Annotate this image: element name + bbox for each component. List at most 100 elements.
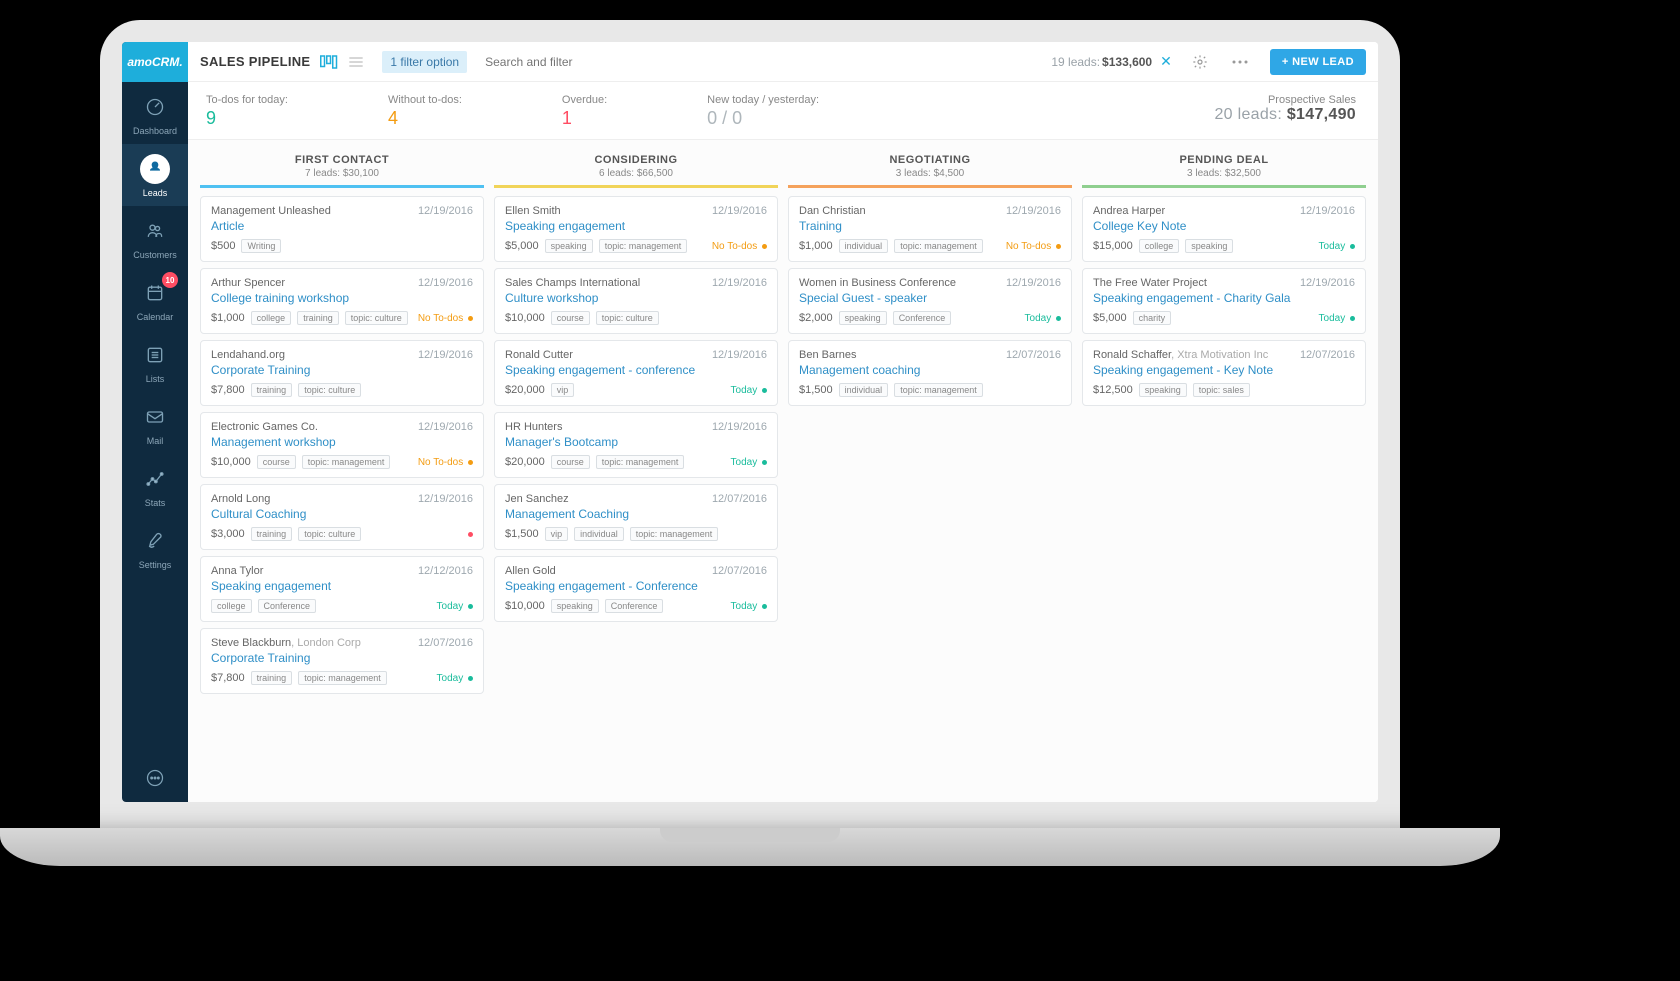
lead-title[interactable]: Management coaching xyxy=(799,363,1061,377)
lead-tag[interactable]: Writing xyxy=(241,239,281,253)
lead-tag[interactable]: topic: sales xyxy=(1193,383,1250,397)
lead-card[interactable]: Electronic Games Co.12/19/2016Management… xyxy=(200,412,484,478)
lead-card[interactable]: Allen Gold12/07/2016Speaking engagement … xyxy=(494,556,778,622)
more-icon[interactable] xyxy=(1228,50,1252,74)
lead-tag[interactable]: speaking xyxy=(551,599,599,613)
lead-card[interactable]: Arnold Long12/19/2016Cultural Coaching$3… xyxy=(200,484,484,550)
new-lead-button[interactable]: + NEW LEAD xyxy=(1270,49,1366,75)
lead-tag[interactable]: college xyxy=(1139,239,1180,253)
lead-tag[interactable]: speaking xyxy=(1139,383,1187,397)
lead-title[interactable]: Training xyxy=(799,219,1061,233)
lead-card[interactable]: Steve Blackburn, London Corp12/07/2016Co… xyxy=(200,628,484,694)
lead-card[interactable]: Women in Business Conference12/19/2016Sp… xyxy=(788,268,1072,334)
lead-tag[interactable]: topic: culture xyxy=(298,527,361,541)
lead-card[interactable]: Jen Sanchez12/07/2016Management Coaching… xyxy=(494,484,778,550)
filter-chip[interactable]: 1 filter option xyxy=(382,51,467,73)
lead-title[interactable]: Special Guest - speaker xyxy=(799,291,1061,305)
lead-title[interactable]: Article xyxy=(211,219,473,233)
lead-tag[interactable]: course xyxy=(551,455,590,469)
lead-title[interactable]: Corporate Training xyxy=(211,651,473,665)
sidebar-item-dashboard[interactable]: Dashboard xyxy=(122,82,188,144)
lead-tag[interactable]: individual xyxy=(574,527,624,541)
sidebar-item-stats[interactable]: Stats xyxy=(122,454,188,516)
lead-tag[interactable]: Conference xyxy=(258,599,317,613)
lead-tag[interactable]: speaking xyxy=(545,239,593,253)
chat-button[interactable] xyxy=(122,754,188,802)
lead-tag[interactable]: individual xyxy=(839,239,889,253)
lead-title[interactable]: Speaking engagement - conference xyxy=(505,363,767,377)
lead-tag[interactable]: topic: culture xyxy=(596,311,659,325)
lead-title[interactable]: Manager's Bootcamp xyxy=(505,435,767,449)
lead-card[interactable]: Ellen Smith12/19/2016Speaking engagement… xyxy=(494,196,778,262)
lead-title[interactable]: Cultural Coaching xyxy=(211,507,473,521)
lead-name: Jen Sanchez xyxy=(505,493,569,505)
lead-title[interactable]: Management Coaching xyxy=(505,507,767,521)
lead-tag[interactable]: training xyxy=(251,527,293,541)
lead-tag[interactable]: Conference xyxy=(605,599,664,613)
lead-card[interactable]: Ronald Schaffer, Xtra Motivation Inc12/0… xyxy=(1082,340,1366,406)
lead-tag[interactable]: vip xyxy=(551,383,575,397)
lead-card[interactable]: Arthur Spencer12/19/2016College training… xyxy=(200,268,484,334)
lead-title[interactable]: Speaking engagement xyxy=(505,219,767,233)
list-view-icon[interactable] xyxy=(348,55,364,69)
column-header[interactable]: PENDING DEAL3 leads: $32,500 xyxy=(1082,150,1366,188)
column-header[interactable]: NEGOTIATING3 leads: $4,500 xyxy=(788,150,1072,188)
clear-filter-icon[interactable]: ✕ xyxy=(1160,53,1172,70)
lead-tag[interactable]: college xyxy=(251,311,292,325)
column-header[interactable]: CONSIDERING6 leads: $66,500 xyxy=(494,150,778,188)
lead-title[interactable]: Speaking engagement - Conference xyxy=(505,579,767,593)
gear-icon[interactable] xyxy=(1188,50,1212,74)
lead-tag[interactable]: topic: culture xyxy=(345,311,408,325)
sidebar-item-customers[interactable]: Customers xyxy=(122,206,188,268)
lead-tag[interactable]: speaking xyxy=(839,311,887,325)
sidebar-item-mail[interactable]: Mail xyxy=(122,392,188,454)
lead-card[interactable]: The Free Water Project12/19/2016Speaking… xyxy=(1082,268,1366,334)
lead-title[interactable]: Corporate Training xyxy=(211,363,473,377)
lead-title[interactable]: Speaking engagement - Charity Gala xyxy=(1093,291,1355,305)
lead-tag[interactable]: vip xyxy=(545,527,569,541)
lead-tag[interactable]: individual xyxy=(839,383,889,397)
search-input[interactable] xyxy=(485,55,985,69)
lead-tag[interactable]: course xyxy=(257,455,296,469)
lead-tag[interactable]: topic: management xyxy=(302,455,391,469)
lead-card[interactable]: Dan Christian12/19/2016Training$1,000ind… xyxy=(788,196,1072,262)
lead-tag[interactable]: training xyxy=(251,383,293,397)
lead-tag[interactable]: topic: culture xyxy=(298,383,361,397)
lead-tag[interactable]: Conference xyxy=(893,311,952,325)
lead-tag[interactable]: topic: management xyxy=(599,239,688,253)
sidebar-item-settings[interactable]: Settings xyxy=(122,516,188,578)
lead-title[interactable]: College training workshop xyxy=(211,291,473,305)
lead-card[interactable]: Ben Barnes12/07/2016Management coaching$… xyxy=(788,340,1072,406)
lead-card[interactable]: HR Hunters12/19/2016Manager's Bootcamp$2… xyxy=(494,412,778,478)
sidebar-item-lists[interactable]: Lists xyxy=(122,330,188,392)
sidebar-item-calendar[interactable]: 10Calendar xyxy=(122,268,188,330)
lead-name: Arthur Spencer xyxy=(211,277,285,289)
lead-card[interactable]: Lendahand.org12/19/2016Corporate Trainin… xyxy=(200,340,484,406)
sidebar-item-leads[interactable]: Leads xyxy=(122,144,188,206)
lead-tag[interactable]: topic: management xyxy=(894,383,983,397)
lead-card[interactable]: Sales Champs International12/19/2016Cult… xyxy=(494,268,778,334)
lead-tag[interactable]: course xyxy=(551,311,590,325)
lead-title[interactable]: Management workshop xyxy=(211,435,473,449)
lead-amount: $500 xyxy=(211,240,235,252)
lead-tag[interactable]: charity xyxy=(1133,311,1172,325)
lead-card[interactable]: Management Unleashed12/19/2016Article$50… xyxy=(200,196,484,262)
lead-tag[interactable]: topic: management xyxy=(894,239,983,253)
lead-tag[interactable]: training xyxy=(251,671,293,685)
lead-card[interactable]: Andrea Harper12/19/2016College Key Note$… xyxy=(1082,196,1366,262)
lead-card[interactable]: Anna Tylor12/12/2016Speaking engagementc… xyxy=(200,556,484,622)
column-header[interactable]: FIRST CONTACT7 leads: $30,100 xyxy=(200,150,484,188)
lead-title[interactable]: Culture workshop xyxy=(505,291,767,305)
kanban-view-icon[interactable] xyxy=(320,55,338,69)
lead-title[interactable]: Speaking engagement xyxy=(211,579,473,593)
lead-tag[interactable]: college xyxy=(211,599,252,613)
lead-tag[interactable]: topic: management xyxy=(596,455,685,469)
lead-title[interactable]: Speaking engagement - Key Note xyxy=(1093,363,1355,377)
lead-tag[interactable]: topic: management xyxy=(298,671,387,685)
lead-tag[interactable]: training xyxy=(297,311,339,325)
lead-card[interactable]: Ronald Cutter12/19/2016Speaking engageme… xyxy=(494,340,778,406)
lead-title[interactable]: College Key Note xyxy=(1093,219,1355,233)
lead-tag[interactable]: speaking xyxy=(1185,239,1233,253)
lead-tag[interactable]: topic: management xyxy=(630,527,719,541)
brand-logo[interactable]: amoCRM. xyxy=(122,42,188,82)
